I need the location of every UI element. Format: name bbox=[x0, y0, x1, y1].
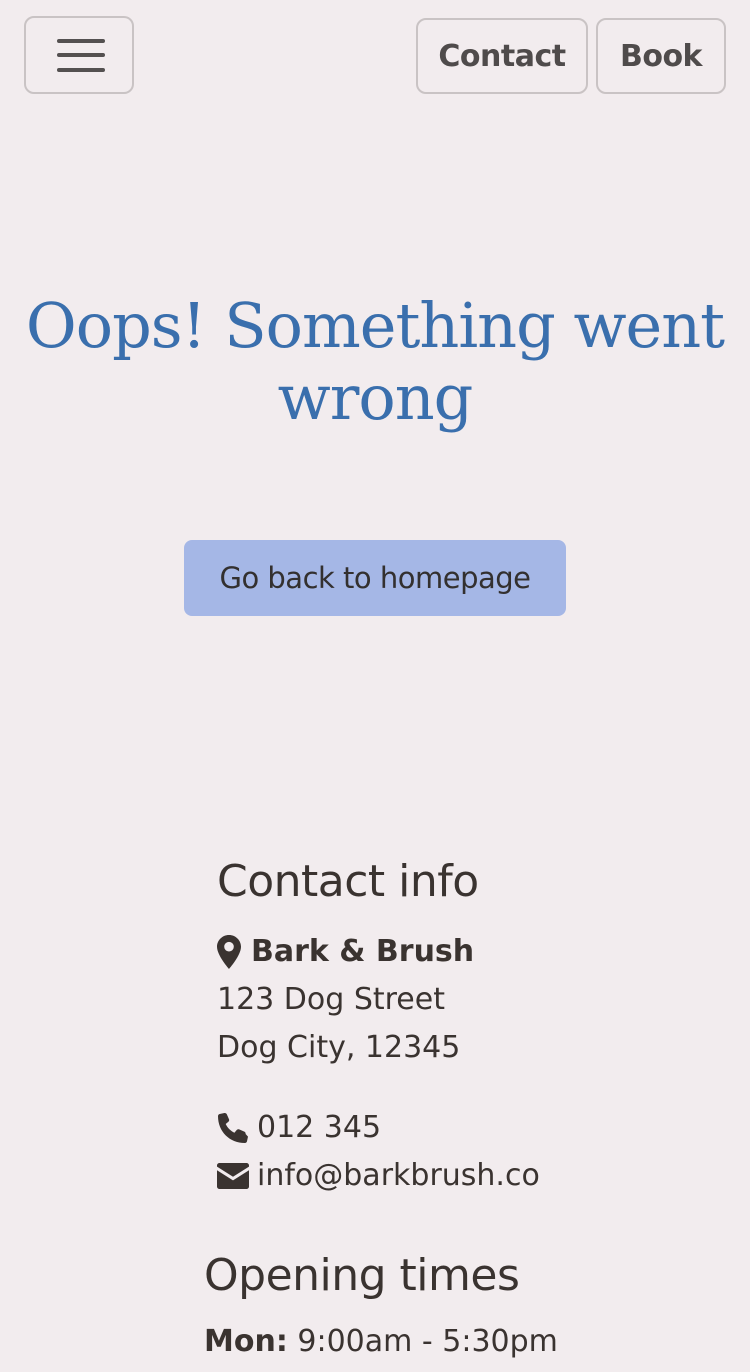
map-marker-icon bbox=[217, 935, 241, 969]
hours-day: Mon: bbox=[204, 1324, 288, 1359]
go-home-button[interactable]: Go back to homepage bbox=[184, 540, 566, 616]
contact-info-heading: Contact info bbox=[217, 856, 479, 907]
contact-nav-button[interactable]: Contact bbox=[416, 18, 588, 94]
opening-times-heading: Opening times bbox=[204, 1250, 520, 1301]
phone-line: 012 345 bbox=[217, 1104, 717, 1152]
address-line-2: Dog City, 12345 bbox=[217, 1030, 461, 1065]
hamburger-icon-bar-bottom bbox=[57, 68, 105, 72]
contact-details: Bark & Brush 123 Dog Street Dog City, 12… bbox=[217, 928, 717, 1200]
phone-link[interactable]: 012 345 bbox=[257, 1104, 381, 1152]
business-name-line: Bark & Brush bbox=[217, 928, 717, 976]
book-nav-button[interactable]: Book bbox=[596, 18, 726, 94]
opening-times-section: Opening times Mon: 9:00am - 5:30pm bbox=[204, 1246, 724, 1366]
email-line: info@barkbrush.co bbox=[217, 1152, 717, 1200]
navbar: Contact Book bbox=[0, 0, 750, 112]
phone-icon bbox=[217, 1111, 249, 1145]
hours-row-monday: Mon: 9:00am - 5:30pm bbox=[204, 1318, 724, 1366]
error-title: Oops! Something went wrong bbox=[25, 289, 725, 434]
address-line-1: 123 Dog Street bbox=[217, 982, 445, 1017]
hours-time: 9:00am - 5:30pm bbox=[297, 1324, 558, 1359]
menu-toggle-button[interactable] bbox=[24, 16, 134, 94]
contact-info-section: Contact info Bark & Brush 123 Dog Street… bbox=[217, 852, 717, 1200]
email-link[interactable]: info@barkbrush.co bbox=[257, 1152, 540, 1200]
hamburger-icon-bar-middle bbox=[57, 53, 105, 57]
business-name: Bark & Brush bbox=[251, 934, 475, 969]
envelope-icon bbox=[217, 1159, 249, 1193]
hamburger-icon-bar-top bbox=[57, 39, 105, 43]
